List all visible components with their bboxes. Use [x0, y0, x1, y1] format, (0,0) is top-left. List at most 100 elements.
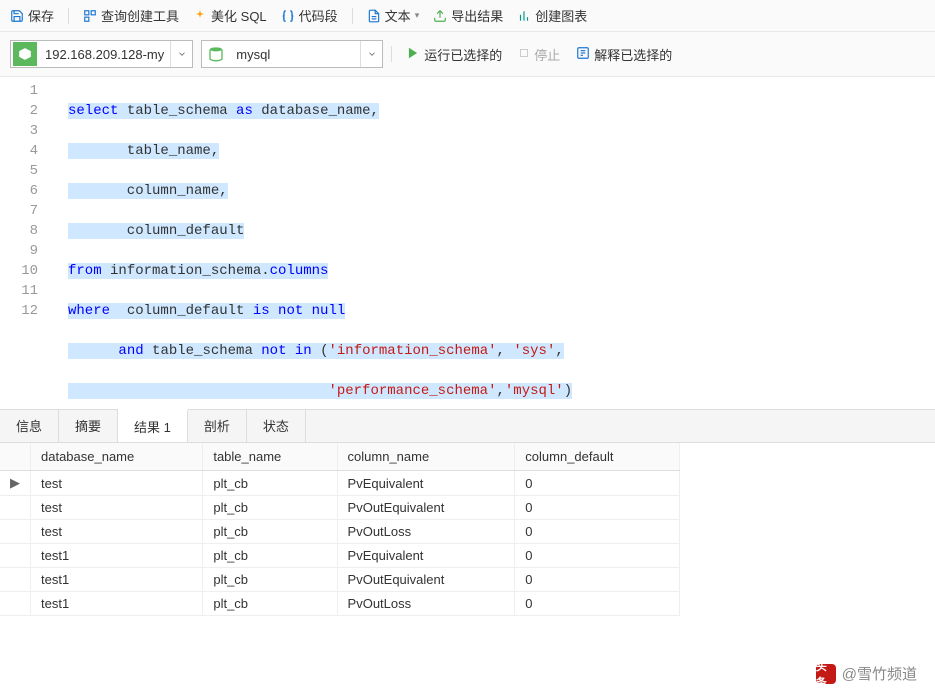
- tab-result[interactable]: 结果 1: [118, 409, 188, 442]
- cell-column-name[interactable]: PvEquivalent: [337, 471, 515, 496]
- text-label: 文本: [385, 6, 411, 25]
- line-number: 10: [4, 261, 52, 281]
- chart-icon: [517, 9, 531, 23]
- separator: [352, 8, 353, 24]
- line-number: 9: [4, 241, 52, 261]
- table-row[interactable]: testplt_cbPvOutEquivalent0: [0, 496, 680, 520]
- save-button[interactable]: 保存: [10, 6, 54, 25]
- row-marker: [0, 544, 31, 568]
- table-row[interactable]: ▶testplt_cbPvEquivalent0: [0, 471, 680, 496]
- beautify-button[interactable]: 美化 SQL: [193, 6, 267, 25]
- line-number: 12: [4, 301, 52, 321]
- stop-button: 停止: [518, 45, 560, 64]
- stop-icon: [518, 47, 530, 62]
- editor-code[interactable]: select table_schema as database_name, ta…: [60, 77, 580, 409]
- query-builder-label: 查询创建工具: [101, 6, 179, 25]
- query-builder-icon: [83, 9, 97, 23]
- table-row[interactable]: test1plt_cbPvEquivalent0: [0, 544, 680, 568]
- column-header[interactable]: column_default: [515, 443, 680, 471]
- tab-status[interactable]: 状态: [247, 410, 306, 442]
- code-icon: [281, 9, 295, 23]
- stop-label: 停止: [534, 45, 560, 64]
- separator: [68, 8, 69, 24]
- cell-column-name[interactable]: PvEquivalent: [337, 544, 515, 568]
- table-header-row: database_name table_name column_name col…: [0, 443, 680, 471]
- table-row[interactable]: test1plt_cbPvOutLoss0: [0, 592, 680, 616]
- table-row[interactable]: testplt_cbPvOutLoss0: [0, 520, 680, 544]
- cell-database-name[interactable]: test1: [31, 568, 203, 592]
- cell-table-name[interactable]: plt_cb: [203, 471, 337, 496]
- chevron-down-icon[interactable]: [170, 41, 192, 67]
- query-builder-button[interactable]: 查询创建工具: [83, 6, 179, 25]
- beautify-label: 美化 SQL: [211, 6, 267, 25]
- tab-profile[interactable]: 剖析: [188, 410, 247, 442]
- line-number: 2: [4, 101, 52, 121]
- main-toolbar: 保存 查询创建工具 美化 SQL 代码段 文本 ▾ 导出结果: [0, 0, 935, 32]
- save-label: 保存: [28, 6, 54, 25]
- cell-column-default[interactable]: 0: [515, 520, 680, 544]
- chevron-down-icon[interactable]: [360, 41, 382, 67]
- watermark-text: @雪竹频道: [842, 663, 917, 684]
- cell-database-name[interactable]: test: [31, 496, 203, 520]
- cell-column-default[interactable]: 0: [515, 568, 680, 592]
- cell-column-default[interactable]: 0: [515, 496, 680, 520]
- cell-column-name[interactable]: PvOutEquivalent: [337, 568, 515, 592]
- separator: [391, 46, 392, 62]
- cell-table-name[interactable]: plt_cb: [203, 592, 337, 616]
- column-header[interactable]: column_name: [337, 443, 515, 471]
- run-label: 运行已选择的: [424, 45, 502, 64]
- cell-database-name[interactable]: test1: [31, 592, 203, 616]
- watermark: 头条 @雪竹频道: [816, 663, 917, 684]
- cell-table-name[interactable]: plt_cb: [203, 544, 337, 568]
- cell-database-name[interactable]: test: [31, 471, 203, 496]
- editor-gutter: 1 2 3 4 5 6 7 8 9 10 11 12: [0, 77, 60, 409]
- table-row[interactable]: test1plt_cbPvOutEquivalent0: [0, 568, 680, 592]
- column-header[interactable]: table_name: [203, 443, 337, 471]
- database-value: mysql: [230, 47, 360, 62]
- results-table[interactable]: database_name table_name column_name col…: [0, 443, 680, 616]
- row-marker: [0, 568, 31, 592]
- line-number: 5: [4, 161, 52, 181]
- play-icon: [406, 46, 420, 63]
- line-number: 6: [4, 181, 52, 201]
- controls-row: 192.168.209.128-my mysql 运行已选择的 停止 解释已选择…: [0, 32, 935, 77]
- row-marker: [0, 520, 31, 544]
- chart-button[interactable]: 创建图表: [517, 6, 587, 25]
- cell-column-default[interactable]: 0: [515, 471, 680, 496]
- snippet-label: 代码段: [299, 6, 338, 25]
- connection-value: 192.168.209.128-my: [39, 47, 170, 62]
- export-button[interactable]: 导出结果: [433, 6, 503, 25]
- explain-icon: [576, 46, 590, 63]
- cell-table-name[interactable]: plt_cb: [203, 520, 337, 544]
- line-number: 8: [4, 221, 52, 241]
- database-combo[interactable]: mysql: [201, 40, 383, 68]
- text-button[interactable]: 文本 ▾: [367, 6, 420, 25]
- line-number: 3: [4, 121, 52, 141]
- save-icon: [10, 9, 24, 23]
- cell-column-name[interactable]: PvOutEquivalent: [337, 496, 515, 520]
- snippet-button[interactable]: 代码段: [281, 6, 338, 25]
- cell-table-name[interactable]: plt_cb: [203, 568, 337, 592]
- sql-editor[interactable]: 1 2 3 4 5 6 7 8 9 10 11 12 select table_…: [0, 77, 935, 409]
- line-number: 4: [4, 141, 52, 161]
- result-tabs: 信息 摘要 结果 1 剖析 状态: [0, 409, 935, 443]
- cell-column-default[interactable]: 0: [515, 592, 680, 616]
- database-icon: [204, 42, 228, 66]
- cell-column-name[interactable]: PvOutLoss: [337, 592, 515, 616]
- results-grid: database_name table_name column_name col…: [0, 443, 680, 616]
- cell-database-name[interactable]: test1: [31, 544, 203, 568]
- explain-label: 解释已选择的: [594, 45, 672, 64]
- watermark-logo-icon: 头条: [816, 664, 836, 684]
- connection-combo[interactable]: 192.168.209.128-my: [10, 40, 193, 68]
- tab-info[interactable]: 信息: [0, 410, 59, 442]
- column-header[interactable]: database_name: [31, 443, 203, 471]
- cell-table-name[interactable]: plt_cb: [203, 496, 337, 520]
- cell-column-default[interactable]: 0: [515, 544, 680, 568]
- chevron-down-icon: ▾: [415, 10, 420, 21]
- line-number: 11: [4, 281, 52, 301]
- cell-database-name[interactable]: test: [31, 520, 203, 544]
- run-button[interactable]: 运行已选择的: [406, 45, 502, 64]
- cell-column-name[interactable]: PvOutLoss: [337, 520, 515, 544]
- explain-button[interactable]: 解释已选择的: [576, 45, 672, 64]
- tab-summary[interactable]: 摘要: [59, 410, 118, 442]
